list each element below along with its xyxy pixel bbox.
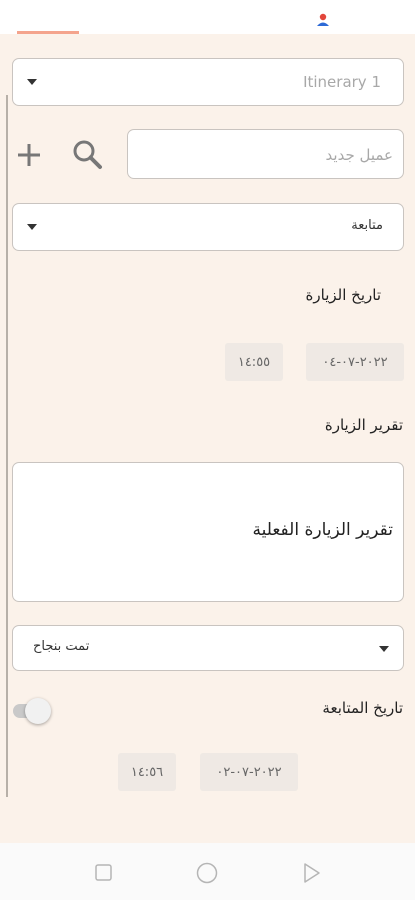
client-input-placeholder: عميل جديد [325,146,393,164]
plus-icon[interactable] [16,142,42,172]
itinerary-dropdown[interactable]: Itinerary 1 [12,58,404,106]
dropdown-arrow-icon [27,79,37,85]
client-search-input[interactable]: عميل جديد [127,129,404,179]
status-selected: تمت بنجاح [33,639,90,654]
visit-report-label: تقرير الزيارة [324,416,403,434]
followup-time-chip[interactable]: ١٤:٥٦ [118,753,176,791]
dropdown-arrow-icon [379,646,389,652]
visit-report-textarea[interactable]: تقرير الزيارة الفعلية [12,462,404,602]
followup-toggle-knob[interactable] [25,698,51,724]
visit-time-chip[interactable]: ١٤:٥٥ [225,343,283,381]
status-dropdown[interactable]: تمت بنجاح [12,625,404,671]
visit-date-chip[interactable]: ٢٠٢٢-٠٧-٠٤ [306,343,404,381]
nav-triangle-icon[interactable] [302,862,322,888]
active-tab-indicator [17,31,79,34]
top-tab-bar [0,0,415,34]
visit-date-label: تاريخ الزيارة [305,286,381,304]
nav-circle-icon[interactable] [196,862,218,888]
search-icon[interactable] [71,138,103,174]
itinerary-selected: Itinerary 1 [303,73,381,91]
dropdown-arrow-icon [27,224,37,230]
visit-report-text: تقرير الزيارة الفعلية [252,520,393,540]
visit-type-dropdown[interactable]: متابعة [12,203,404,251]
followup-date-chip[interactable]: ٢٠٢٢-٠٧-٠٢ [200,753,298,791]
person-icon[interactable] [315,12,331,28]
scrollbar[interactable] [6,95,8,797]
visit-type-selected: متابعة [351,218,383,233]
nav-square-icon[interactable] [95,864,113,886]
followup-date-label: تاريخ المتابعة [322,699,403,717]
